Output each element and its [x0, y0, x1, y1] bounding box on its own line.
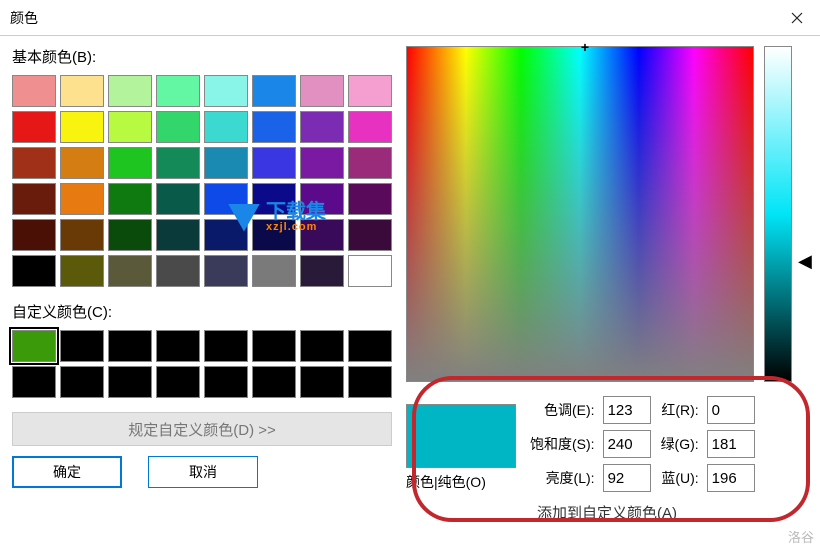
close-icon [791, 12, 803, 24]
basic-color-swatch[interactable] [60, 255, 104, 287]
basic-color-swatch[interactable] [108, 75, 152, 107]
custom-color-swatch[interactable] [12, 330, 56, 362]
basic-color-swatch[interactable] [300, 147, 344, 179]
basic-color-swatch[interactable] [252, 183, 296, 215]
preview-label: 颜色|纯色(O) [406, 472, 516, 492]
custom-color-swatch[interactable] [60, 330, 104, 362]
custom-color-swatch[interactable] [60, 366, 104, 398]
ok-button[interactable]: 确定 [12, 456, 122, 488]
basic-color-swatch[interactable] [108, 219, 152, 251]
luminance-arrow-icon: ◀ [798, 251, 812, 272]
sat-input[interactable] [603, 430, 651, 458]
basic-color-swatch[interactable] [156, 183, 200, 215]
basic-color-swatch[interactable] [204, 219, 248, 251]
red-label: 红(R): [661, 400, 699, 420]
color-preview [406, 404, 516, 468]
cancel-button[interactable]: 取消 [148, 456, 258, 488]
basic-color-swatch[interactable] [300, 255, 344, 287]
basic-color-swatch[interactable] [60, 219, 104, 251]
color-spectrum[interactable]: + [406, 46, 754, 382]
basic-color-swatch[interactable] [60, 147, 104, 179]
blue-input[interactable] [707, 464, 755, 492]
basic-color-swatch[interactable] [252, 219, 296, 251]
basic-color-swatch[interactable] [60, 75, 104, 107]
hue-label: 色调(E): [530, 400, 595, 420]
basic-color-swatch[interactable] [348, 147, 392, 179]
basic-color-swatch[interactable] [204, 147, 248, 179]
basic-color-swatch[interactable] [348, 219, 392, 251]
basic-color-swatch[interactable] [252, 75, 296, 107]
window-title: 颜色 [10, 8, 38, 28]
basic-color-swatch[interactable] [252, 255, 296, 287]
basic-color-swatch[interactable] [204, 75, 248, 107]
custom-color-swatch[interactable] [156, 366, 200, 398]
basic-color-swatch[interactable] [156, 255, 200, 287]
basic-color-swatch[interactable] [12, 147, 56, 179]
custom-color-swatch[interactable] [204, 330, 248, 362]
basic-color-swatch[interactable] [300, 111, 344, 143]
luminance-strip[interactable] [764, 46, 792, 382]
custom-color-swatch[interactable] [108, 366, 152, 398]
custom-color-swatch[interactable] [348, 366, 392, 398]
basic-color-swatch[interactable] [300, 75, 344, 107]
basic-colors-label: 基本颜色(B): [12, 46, 392, 67]
custom-color-swatch[interactable] [204, 366, 248, 398]
basic-color-swatch[interactable] [60, 111, 104, 143]
custom-color-swatch[interactable] [300, 330, 344, 362]
custom-color-swatch[interactable] [108, 330, 152, 362]
custom-color-swatch[interactable] [252, 366, 296, 398]
green-label: 绿(G): [661, 434, 699, 454]
titlebar: 颜色 [0, 0, 820, 36]
basic-color-swatch[interactable] [12, 255, 56, 287]
close-button[interactable] [774, 0, 820, 36]
custom-color-swatch[interactable] [156, 330, 200, 362]
basic-color-swatch[interactable] [300, 183, 344, 215]
basic-color-swatch[interactable] [12, 75, 56, 107]
basic-color-swatch[interactable] [156, 111, 200, 143]
red-input[interactable] [707, 396, 755, 424]
custom-color-swatch[interactable] [348, 330, 392, 362]
basic-color-swatch[interactable] [108, 255, 152, 287]
lum-input[interactable] [603, 464, 651, 492]
basic-color-swatch[interactable] [252, 111, 296, 143]
basic-color-swatch[interactable] [348, 183, 392, 215]
basic-color-swatch[interactable] [108, 111, 152, 143]
custom-color-grid [12, 330, 392, 398]
basic-color-swatch[interactable] [300, 219, 344, 251]
hue-input[interactable] [603, 396, 651, 424]
basic-color-swatch[interactable] [12, 183, 56, 215]
add-custom-button[interactable]: 添加到自定义颜色(A) [406, 502, 808, 523]
basic-color-swatch[interactable] [156, 219, 200, 251]
basic-color-swatch[interactable] [204, 111, 248, 143]
basic-color-swatch[interactable] [60, 183, 104, 215]
left-panel: 基本颜色(B): 自定义颜色(C): 规定自定义颜色(D) >> 确定 取消 [12, 46, 392, 523]
basic-color-swatch[interactable] [108, 147, 152, 179]
define-custom-button[interactable]: 规定自定义颜色(D) >> [12, 412, 392, 446]
basic-color-grid [12, 75, 392, 287]
custom-color-swatch[interactable] [12, 366, 56, 398]
basic-color-swatch[interactable] [12, 111, 56, 143]
color-fields: 色调(E): 红(R): 饱和度(S): 绿(G): 亮度(L): 蓝(U): [530, 396, 757, 492]
basic-color-swatch[interactable] [204, 183, 248, 215]
lum-label: 亮度(L): [530, 468, 595, 488]
basic-color-swatch[interactable] [204, 255, 248, 287]
basic-color-swatch[interactable] [12, 219, 56, 251]
basic-color-swatch[interactable] [108, 183, 152, 215]
green-input[interactable] [707, 430, 755, 458]
blue-label: 蓝(U): [661, 468, 699, 488]
spectrum-crosshair: + [581, 39, 589, 55]
basic-color-swatch[interactable] [156, 75, 200, 107]
right-panel: + ◀ 颜色|纯色(O) 色调(E): 红(R): 饱和度(S): 绿(G): … [406, 46, 808, 523]
site-watermark: 洛谷 [788, 527, 814, 546]
custom-colors-label: 自定义颜色(C): [12, 301, 392, 322]
basic-color-swatch[interactable] [348, 111, 392, 143]
basic-color-swatch[interactable] [252, 147, 296, 179]
sat-label: 饱和度(S): [530, 434, 595, 454]
basic-color-swatch[interactable] [348, 75, 392, 107]
basic-color-swatch[interactable] [348, 255, 392, 287]
custom-color-swatch[interactable] [300, 366, 344, 398]
custom-color-swatch[interactable] [252, 330, 296, 362]
basic-color-swatch[interactable] [156, 147, 200, 179]
